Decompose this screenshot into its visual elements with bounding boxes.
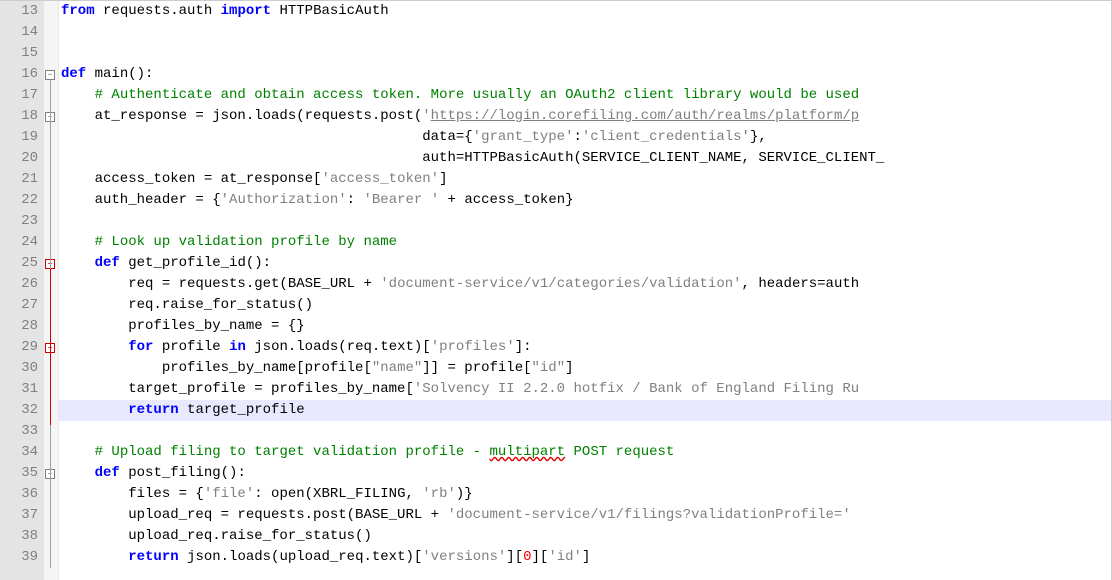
fold-toggle-icon[interactable]: − <box>45 70 55 80</box>
code-line[interactable]: auth_header = {'Authorization': 'Bearer … <box>59 190 1111 211</box>
line-number: 32 <box>0 400 38 421</box>
line-number-gutter: 1314151617181920212223242526272829303132… <box>0 1 44 580</box>
code-line[interactable] <box>59 43 1111 64</box>
code-line[interactable]: # Upload filing to target validation pro… <box>59 442 1111 463</box>
code-line[interactable]: # Authenticate and obtain access token. … <box>59 85 1111 106</box>
line-number: 30 <box>0 358 38 379</box>
line-number: 19 <box>0 127 38 148</box>
line-number: 21 <box>0 169 38 190</box>
line-number: 34 <box>0 442 38 463</box>
line-number: 13 <box>0 1 38 22</box>
line-number: 17 <box>0 85 38 106</box>
line-number: 37 <box>0 505 38 526</box>
code-line[interactable]: def get_profile_id(): <box>59 253 1111 274</box>
code-line[interactable]: upload_req.raise_for_status() <box>59 526 1111 547</box>
line-number: 14 <box>0 22 38 43</box>
code-line[interactable]: return target_profile <box>59 400 1111 421</box>
code-line[interactable]: profiles_by_name[profile["name"]] = prof… <box>59 358 1111 379</box>
line-number: 27 <box>0 295 38 316</box>
line-number: 33 <box>0 421 38 442</box>
code-line[interactable] <box>59 22 1111 43</box>
code-line[interactable]: return json.loads(upload_req.text)['vers… <box>59 547 1111 568</box>
code-line[interactable]: access_token = at_response['access_token… <box>59 169 1111 190</box>
fold-guide <box>50 353 51 383</box>
line-number: 16 <box>0 64 38 85</box>
code-line[interactable]: at_response = json.loads(requests.post('… <box>59 106 1111 127</box>
line-number: 28 <box>0 316 38 337</box>
code-line[interactable]: target_profile = profiles_by_name['Solve… <box>59 379 1111 400</box>
code-line[interactable]: files = {'file': open(XBRL_FILING, 'rb')… <box>59 484 1111 505</box>
code-editor[interactable]: 1314151617181920212223242526272829303132… <box>0 0 1112 580</box>
line-number: 23 <box>0 211 38 232</box>
line-number: 15 <box>0 43 38 64</box>
code-line[interactable]: def post_filing(): <box>59 463 1111 484</box>
code-line[interactable]: req.raise_for_status() <box>59 295 1111 316</box>
line-number: 38 <box>0 526 38 547</box>
code-line[interactable]: def main(): <box>59 64 1111 85</box>
line-number: 20 <box>0 148 38 169</box>
line-number: 29 <box>0 337 38 358</box>
line-number: 22 <box>0 190 38 211</box>
code-line[interactable]: data={'grant_type':'client_credentials'}… <box>59 127 1111 148</box>
code-line[interactable]: profiles_by_name = {} <box>59 316 1111 337</box>
code-line[interactable]: upload_req = requests.post(BASE_URL + 'd… <box>59 505 1111 526</box>
code-line[interactable] <box>59 421 1111 442</box>
code-line[interactable]: # Look up validation profile by name <box>59 232 1111 253</box>
code-line[interactable]: for profile in json.loads(req.text)['pro… <box>59 337 1111 358</box>
line-number: 25 <box>0 253 38 274</box>
fold-guide <box>50 269 51 425</box>
line-number: 39 <box>0 547 38 568</box>
code-line[interactable]: from requests.auth import HTTPBasicAuth <box>59 1 1111 22</box>
line-number: 35 <box>0 463 38 484</box>
line-number: 36 <box>0 484 38 505</box>
line-number: 31 <box>0 379 38 400</box>
code-line[interactable]: auth=HTTPBasicAuth(SERVICE_CLIENT_NAME, … <box>59 148 1111 169</box>
line-number: 18 <box>0 106 38 127</box>
code-line[interactable]: req = requests.get(BASE_URL + 'document-… <box>59 274 1111 295</box>
line-number: 26 <box>0 274 38 295</box>
code-area[interactable]: from requests.auth import HTTPBasicAuth d… <box>59 1 1111 580</box>
code-line[interactable] <box>59 211 1111 232</box>
line-number: 24 <box>0 232 38 253</box>
fold-column[interactable]: −−−−− <box>44 1 59 580</box>
